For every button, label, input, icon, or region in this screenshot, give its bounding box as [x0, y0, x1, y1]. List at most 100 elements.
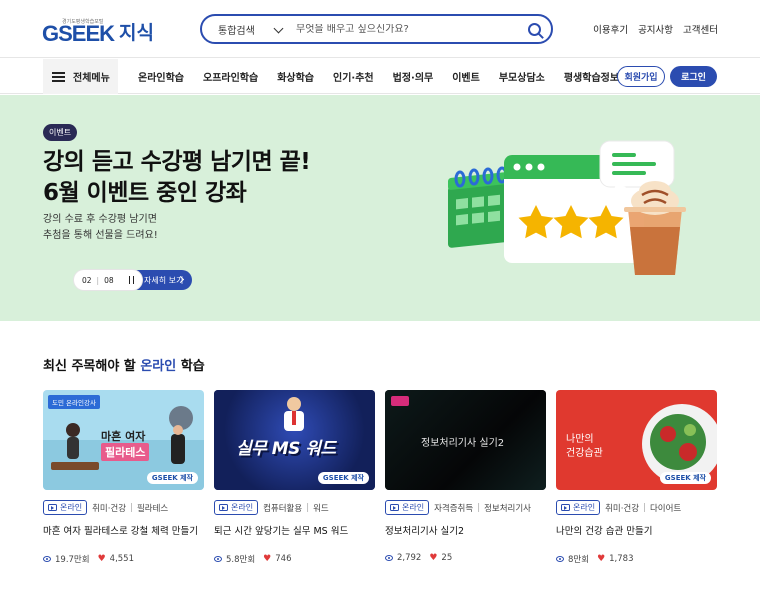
heart-icon: ♥ [263, 554, 272, 564]
thumb-title-line2: 필라테스 [101, 443, 150, 461]
thumb-title-line1: 나만의 [566, 434, 594, 445]
course-title[interactable]: 마흔 여자 필라테스로 강철 체력 만들기 [43, 523, 204, 537]
page-counter: 02 | 08 [74, 270, 142, 290]
pilates-figure-icon [51, 423, 99, 470]
thumb-tag-icon [391, 396, 409, 406]
course-meta: 온라인 자격증취득 | 정보처리기사 [385, 500, 546, 515]
logo-subtitle: 경기도평생학습포털 [62, 19, 104, 25]
online-tag-label: 온라인 [573, 503, 596, 512]
course-stats: 5.8만회 ♥ 746 [214, 553, 375, 565]
category-separator: | [306, 502, 310, 513]
course-stats: 2,792 ♥ 25 [385, 553, 546, 563]
course-category: 취미·건강 [92, 503, 127, 514]
pause-icon[interactable] [129, 276, 134, 284]
course-title[interactable]: 나만의 건강 습관 만들기 [556, 523, 717, 537]
play-icon [219, 504, 228, 511]
hero-description: 강의 수료 후 수강평 남기면 추첨을 통해 선물을 드려요! [43, 212, 158, 244]
notice-link[interactable]: 공지사항 [638, 22, 673, 36]
course-card[interactable]: 나만의 건강습관 GSEEK 제작 온라인 취미·건강 | 다이어트 나만의 건… [556, 390, 717, 565]
play-icon [48, 504, 57, 511]
section-title-pre: 최신 주목해야 할 [43, 359, 141, 374]
support-link[interactable]: 고객센터 [683, 22, 718, 36]
all-menu-label: 전체메뉴 [73, 73, 110, 84]
chevron-down-icon [273, 23, 284, 34]
signup-button[interactable]: 회원가입 [617, 66, 665, 87]
course-card[interactable]: 도민 온라인강사 마흔 여자 필라테스 GSEEK 제작 온라인 취미·건강 |… [43, 390, 204, 565]
nav-item-legal[interactable]: 법정·의무 [393, 69, 434, 84]
thumb-brand-mark: GSEEK 제작 [317, 472, 369, 484]
search-input[interactable] [290, 23, 517, 35]
eye-icon [214, 556, 222, 562]
page-current: 02 [82, 275, 92, 285]
page-separator: | [96, 275, 100, 285]
course-thumbnail[interactable]: 나만의 건강습관 GSEEK 제작 [556, 390, 717, 490]
eye-icon [43, 556, 51, 562]
nav-item-popular[interactable]: 인기·추천 [333, 69, 374, 84]
section-title: 최신 주목해야 할 온라인 학습 [43, 355, 205, 374]
event-illustration [448, 140, 686, 275]
search-button[interactable] [517, 16, 551, 42]
site-logo[interactable]: 경기도평생학습포털 GSEEK 지식 [42, 15, 154, 45]
login-button[interactable]: 로그인 [670, 66, 717, 87]
nav-item-parents[interactable]: 부모상담소 [499, 69, 545, 84]
view-count: 8만회 [568, 555, 590, 565]
nav-item-offline[interactable]: 오프라인학습 [203, 69, 258, 84]
online-tag: 온라인 [556, 500, 601, 515]
heart-icon: ♥ [597, 554, 606, 564]
nav-item-online[interactable]: 온라인학습 [138, 69, 184, 84]
search-scope-select[interactable]: 통합검색 [202, 16, 290, 42]
online-tag: 온라인 [385, 500, 430, 515]
course-category: 컴퓨터활용 [263, 503, 303, 514]
online-tag-label: 온라인 [231, 503, 254, 512]
main-nav: 전체메뉴 온라인학습 오프라인학습 화상학습 인기·추천 법정·의무 이벤트 부… [0, 59, 760, 94]
section-title-post: 학습 [176, 359, 205, 374]
online-tag: 온라인 [43, 500, 88, 515]
hero-title-line2: 6월 이벤트 중인 강좌 [43, 180, 247, 206]
like-count: 25 [441, 553, 453, 563]
course-card[interactable]: 실무 MS 워드 GSEEK 제작 온라인 컴퓨터활용 | 워드 퇴근 시간 앞… [214, 390, 375, 565]
banner-pager: 자세히 보기 02 | 08 [74, 270, 192, 290]
course-subcategory: 정보처리기사 [484, 503, 531, 514]
thumb-title-line1: 실무 MS 워드 [236, 439, 336, 459]
logo-wordmark: GSEEK [42, 21, 115, 46]
course-category: 자격증취득 [434, 503, 474, 514]
course-thumbnail[interactable]: 정보처리기사 실기2 [385, 390, 546, 490]
nav-item-event[interactable]: 이벤트 [452, 69, 480, 84]
all-menu-button[interactable]: 전체메뉴 [43, 59, 118, 94]
hero-title-line1: 강의 듣고 수강평 남기면 끝! [43, 149, 311, 175]
thumb-title-line1: 정보처리기사 실기2 [421, 438, 505, 449]
event-badge: 이벤트 [43, 124, 78, 141]
nav-item-lifelong[interactable]: 평생학습정보 [564, 69, 619, 84]
like-count: 1,783 [609, 554, 634, 564]
thumb-brand-mark: GSEEK 제작 [146, 472, 198, 484]
hero-desc-line1: 강의 수료 후 수강평 남기면 [43, 214, 157, 225]
thumb-title-line2: 건강습관 [566, 448, 603, 459]
category-separator: | [477, 502, 481, 513]
course-thumbnail[interactable]: 실무 MS 워드 GSEEK 제작 [214, 390, 375, 490]
course-stats: 8만회 ♥ 1,783 [556, 553, 717, 565]
course-title[interactable]: 정보처리기사 실기2 [385, 523, 546, 537]
eye-icon [385, 555, 393, 561]
top-header: 경기도평생학습포털 GSEEK 지식 통합검색 이용후기 공지사항 고객센터 [0, 0, 760, 58]
worker-figure-icon [284, 397, 304, 431]
nav-item-video[interactable]: 화상학습 [277, 69, 314, 84]
reviews-link[interactable]: 이용후기 [593, 22, 628, 36]
nav-items: 온라인학습 오프라인학습 화상학습 인기·추천 법정·의무 이벤트 부모상담소 … [138, 59, 638, 94]
course-card[interactable]: 정보처리기사 실기2 온라인 자격증취득 | 정보처리기사 정보처리기사 실기2… [385, 390, 546, 563]
hero-banner[interactable]: 이벤트 강의 듣고 수강평 남기면 끝! 6월 이벤트 중인 강좌 강의 수료 … [0, 95, 760, 321]
course-stats: 19.7만회 ♥ 4,551 [43, 553, 204, 565]
category-separator: | [643, 502, 646, 513]
course-subcategory: 워드 [313, 503, 329, 514]
hamburger-icon [52, 71, 65, 82]
online-tag: 온라인 [214, 500, 259, 515]
search-bar: 통합검색 [200, 14, 553, 44]
page-total: 08 [104, 275, 114, 285]
course-meta: 온라인 취미·건강 | 다이어트 [556, 500, 717, 515]
course-category: 취미·건강 [605, 503, 640, 514]
utility-links: 이용후기 공지사항 고객센터 [593, 22, 718, 36]
course-title[interactable]: 퇴근 시간 앞당기는 실무 MS 워드 [214, 523, 375, 537]
view-count: 19.7만회 [55, 555, 90, 565]
course-subcategory: 필라테스 [136, 503, 169, 514]
course-thumbnail[interactable]: 도민 온라인강사 마흔 여자 필라테스 GSEEK 제작 [43, 390, 204, 490]
view-count: 5.8만회 [226, 555, 256, 565]
